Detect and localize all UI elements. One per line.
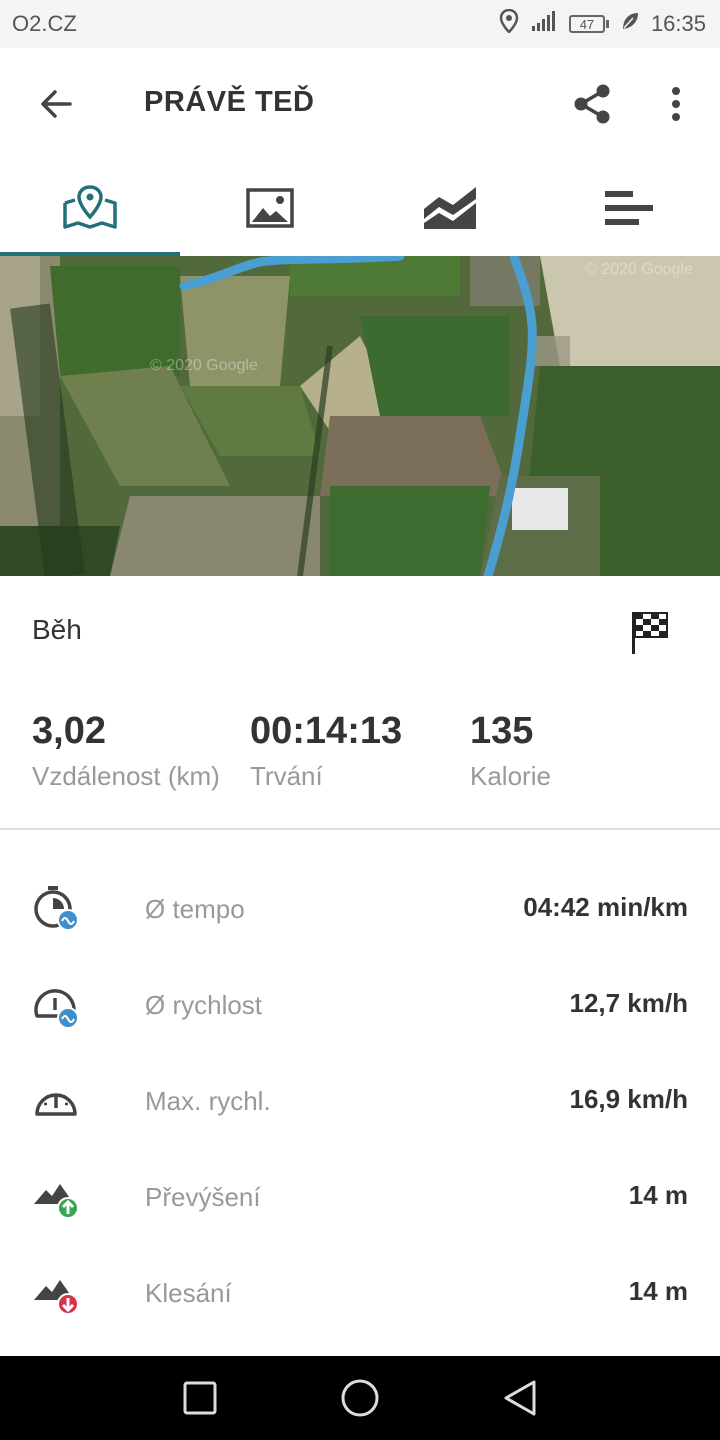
stat-label: Vzdálenost (km): [32, 761, 220, 791]
circle-icon: [341, 1379, 379, 1417]
battery-level: 47: [568, 15, 605, 33]
chart-icon: [424, 187, 476, 229]
stat-label: Trvání: [250, 761, 323, 791]
detail-row-max-speed: Max. rychl. 16,9 km/h: [0, 1054, 720, 1150]
detail-value: 14 m: [628, 1180, 688, 1210]
detail-row-avg-pace: Ø tempo 04:42 min/km: [0, 862, 720, 958]
tab-photos[interactable]: [180, 160, 360, 256]
detail-value: 04:42 min/km: [523, 892, 688, 922]
detail-label: Převýšení: [145, 1182, 261, 1212]
ascent-icon: [32, 1172, 80, 1220]
app-bar: PRÁVĚ TEĎ: [0, 48, 720, 160]
stat-value: 3,02: [32, 710, 106, 752]
page-title: PRÁVĚ TEĎ: [144, 86, 315, 118]
detail-value: 16,9 km/h: [569, 1084, 688, 1114]
image-icon: [246, 188, 294, 228]
stat-value: 135: [470, 710, 534, 752]
back-nav-button[interactable]: [490, 1368, 550, 1428]
detail-label: Klesání: [145, 1278, 232, 1308]
divider: [0, 828, 720, 830]
share-button[interactable]: [566, 78, 618, 130]
stat-duration: 00:14:13 Trvání: [250, 710, 402, 792]
leaf-icon: [621, 11, 639, 37]
back-button[interactable]: [30, 78, 82, 130]
stat-calories: 135 Kalorie: [470, 710, 551, 792]
status-bar: O2.CZ 47 16:35: [0, 0, 720, 48]
activity-type: Běh: [32, 614, 82, 645]
signal-icon: [531, 10, 557, 38]
descent-icon: [32, 1268, 80, 1316]
tab-bar: [0, 160, 720, 256]
screen: O2.CZ 47 16:35 PRÁVĚ TEĎ © 2020 Google ©…: [0, 0, 720, 1440]
tab-laps[interactable]: [540, 160, 720, 256]
battery-icon: 47: [568, 15, 609, 33]
carrier-label: O2.CZ: [12, 11, 77, 36]
home-button[interactable]: [330, 1368, 390, 1428]
map-pin-icon: [63, 185, 117, 229]
clock: 16:35: [650, 11, 706, 36]
detail-value: 14 m: [628, 1276, 688, 1306]
system-nav-bar: [0, 1356, 720, 1440]
detail-row-ascent: Převýšení 14 m: [0, 1150, 720, 1246]
map-watermark: © 2020 Google: [150, 357, 258, 374]
stopwatch-avg-icon: [32, 884, 80, 932]
detail-row-descent: Klesání 14 m: [0, 1246, 720, 1342]
recents-button[interactable]: [170, 1368, 230, 1428]
square-icon: [183, 1381, 217, 1415]
stat-label: Kalorie: [470, 761, 551, 791]
tab-map[interactable]: [0, 160, 180, 256]
stat-value: 00:14:13: [250, 710, 403, 752]
detail-row-avg-speed: Ø rychlost 12,7 km/h: [0, 958, 720, 1054]
tab-charts[interactable]: [360, 160, 540, 256]
triangle-back-icon: [504, 1380, 536, 1416]
more-options-button[interactable]: [652, 78, 700, 130]
stat-distance: 3,02 Vzdálenost (km): [32, 710, 220, 792]
back-arrow-icon: [41, 90, 72, 118]
status-icons: 47 16:35: [499, 8, 706, 39]
bars-icon: [605, 191, 653, 225]
speedometer-avg-icon: [32, 980, 80, 1029]
detail-label: Ø tempo: [145, 894, 245, 924]
location-icon: [499, 8, 519, 39]
more-vert-icon: [672, 87, 680, 121]
detail-label: Max. rychl.: [145, 1086, 271, 1116]
finish-flag-icon: [630, 610, 670, 654]
route-map[interactable]: © 2020 Google © 2020 Google: [0, 256, 720, 576]
map-watermark: © 2020 Google: [585, 261, 693, 278]
detail-label: Ø rychlost: [145, 990, 263, 1020]
speedometer-icon: [32, 1076, 80, 1124]
share-icon: [574, 84, 610, 124]
detail-value: 12,7 km/h: [569, 988, 688, 1018]
